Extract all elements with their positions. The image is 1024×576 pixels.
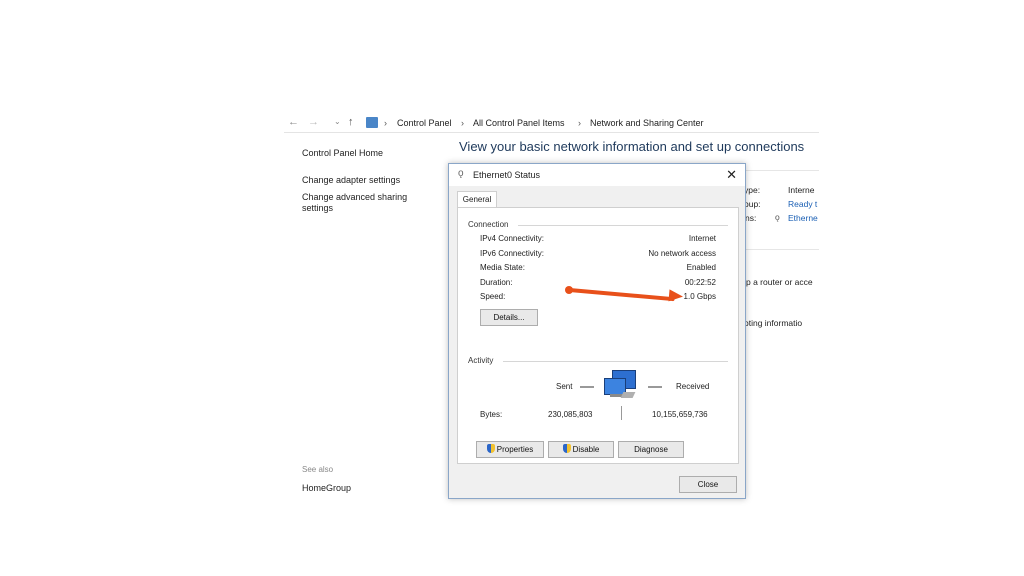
back-arrow-icon[interactable]: ← [288,116,299,128]
sidebar-change-adapter-settings[interactable]: Change adapter settings [302,175,400,185]
sidebar-change-advanced-sharing-cont[interactable]: settings [302,203,333,213]
properties-button[interactable]: Properties [476,441,544,458]
network-computers-icon [604,370,636,402]
ipv4-label: IPv4 Connectivity: [480,234,545,243]
page-title: View your basic network information and … [459,139,805,154]
network-type-value: Interne [788,185,815,195]
received-label: Received [676,382,710,391]
network-type-label: ype: [744,185,761,195]
ipv6-label: IPv6 Connectivity: [480,249,545,258]
general-panel: Connection IPv4 Connectivity: Internet I… [457,207,739,464]
details-button[interactable]: Details... [480,309,538,326]
address-bar: ← → ⌄ ↑ › Control Panel › All Control Pa… [284,114,819,133]
connection-group-label: Connection [468,220,509,229]
ethernet-icon: ǫ [775,212,780,222]
ipv6-value: No network access [648,249,716,258]
sent-label: Sent [556,382,573,391]
media-state-label: Media State: [480,263,525,272]
speed-label: Speed: [480,292,506,301]
bytes-received-value: 10,155,659,736 [652,410,708,419]
dialog-title: Ethernet0 Status [473,170,541,180]
breadcrumb-separator: › [578,118,581,128]
setup-router-text: p a router or acce [746,277,813,287]
recent-locations-icon[interactable]: ⌄ [334,117,341,126]
speed-value: 1.0 Gbps [683,292,716,301]
connections-value[interactable]: Etherne [788,213,818,223]
forward-arrow-icon[interactable]: → [308,116,319,128]
divider [518,225,728,226]
bytes-divider [621,406,622,420]
see-also-heading: See also [302,465,334,474]
network-adapter-icon: ǫ [458,168,464,179]
ipv4-value: Internet [688,234,716,243]
received-line [648,386,662,388]
divider [744,170,819,171]
dialog-titlebar: ǫ Ethernet0 Status ✕ [449,164,745,186]
homegroup-label: oup: [744,199,761,209]
sidebar-control-panel-home[interactable]: Control Panel Home [302,148,383,158]
shield-icon [486,444,495,453]
divider [744,249,819,250]
properties-button-label: Properties [496,445,534,454]
shield-icon [562,444,571,453]
disable-button-label: Disable [572,445,600,454]
bytes-label: Bytes: [480,410,503,419]
annotation-arrow [565,284,685,304]
sent-line [580,386,594,388]
breadcrumb-separator: › [461,118,464,128]
breadcrumb-network-sharing[interactable]: Network and Sharing Center [590,118,704,128]
sidebar-change-advanced-sharing[interactable]: Change advanced sharing [302,192,407,202]
divider [503,361,728,362]
diagnose-button[interactable]: Diagnose [618,441,684,458]
close-button[interactable]: Close [679,476,737,493]
bytes-sent-value: 230,085,803 [548,410,593,419]
breadcrumb-separator: › [384,118,387,128]
breadcrumb-control-panel[interactable]: Control Panel [397,118,452,128]
duration-value: 00:22:52 [684,278,716,287]
breadcrumb-all-items[interactable]: All Control Panel Items [473,118,565,128]
media-state-value: Enabled [686,263,716,272]
homegroup-value[interactable]: Ready t [788,199,817,209]
troubleshooting-text: oting informatio [744,318,803,328]
tab-general[interactable]: General [457,191,497,208]
duration-label: Duration: [480,278,513,287]
control-panel-icon [366,117,378,128]
sidebar-homegroup[interactable]: HomeGroup [302,483,351,493]
up-arrow-icon[interactable]: ↑ [348,116,354,128]
activity-group-label: Activity [468,356,494,365]
ethernet-status-dialog: ǫ Ethernet0 Status ✕ General Connection … [448,163,746,499]
close-icon[interactable]: ✕ [726,167,737,183]
disable-button[interactable]: Disable [548,441,614,458]
